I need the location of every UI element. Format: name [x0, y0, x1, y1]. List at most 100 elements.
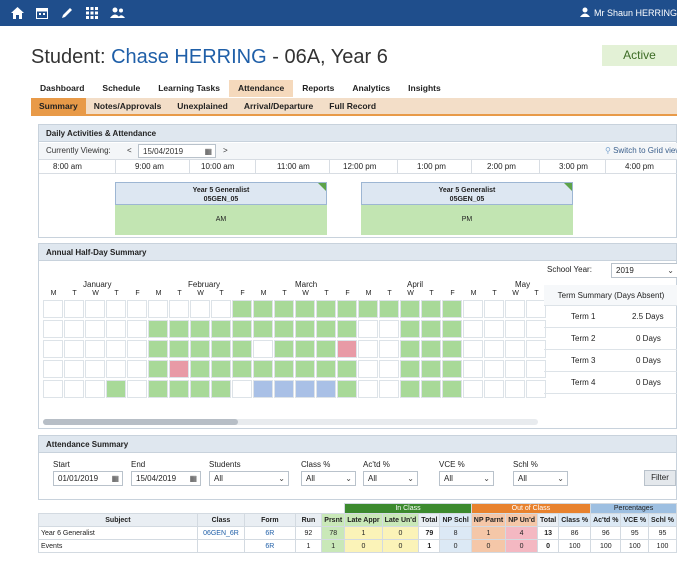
- calendar-day-cell[interactable]: [211, 340, 231, 358]
- column-header[interactable]: VCE %: [620, 513, 650, 527]
- calendar-day-cell[interactable]: [295, 360, 315, 378]
- calendar-day-cell[interactable]: [148, 300, 168, 318]
- calendar-day-cell[interactable]: [169, 320, 189, 338]
- calendar-day-cell[interactable]: [211, 360, 231, 378]
- calendar-day-cell[interactable]: [358, 360, 378, 378]
- calendar-day-cell[interactable]: [85, 340, 105, 358]
- calendar-day-cell[interactable]: [85, 300, 105, 318]
- calendar-day-cell[interactable]: [274, 340, 294, 358]
- class-link[interactable]: [196, 539, 246, 553]
- next-date-button[interactable]: >: [223, 143, 228, 159]
- pm-attendance-block[interactable]: PM: [361, 205, 573, 235]
- calendar-day-cell[interactable]: [190, 360, 210, 378]
- calendar-day-cell[interactable]: [85, 380, 105, 398]
- calendar-day-cell[interactable]: [190, 380, 210, 398]
- calendar-day-cell[interactable]: [190, 300, 210, 318]
- tab-dashboard[interactable]: Dashboard: [31, 80, 93, 97]
- calendar-scrollbar[interactable]: [43, 419, 538, 425]
- calendar-day-cell[interactable]: [148, 380, 168, 398]
- calendar-day-cell[interactable]: [484, 340, 504, 358]
- calendar-day-cell[interactable]: [505, 320, 525, 338]
- calendar-day-cell[interactable]: [274, 320, 294, 338]
- calendar-day-cell[interactable]: [379, 300, 399, 318]
- prev-date-button[interactable]: <: [127, 143, 132, 159]
- calendar-day-cell[interactable]: [484, 320, 504, 338]
- class-block-am[interactable]: Year 5 Generalist 05GEN_05: [115, 182, 327, 205]
- calendar-day-cell[interactable]: [85, 320, 105, 338]
- calendar-day-cell[interactable]: [274, 300, 294, 318]
- calendar-day-cell[interactable]: [400, 300, 420, 318]
- grid-view-link[interactable]: ⚲ Switch to Grid view: [605, 143, 677, 159]
- calendar-day-cell[interactable]: [421, 320, 441, 338]
- column-header[interactable]: Total: [418, 513, 441, 527]
- calendar-day-cell[interactable]: [505, 380, 525, 398]
- column-header[interactable]: Total: [537, 513, 560, 527]
- calendar-day-cell[interactable]: [316, 300, 336, 318]
- calendar-day-cell[interactable]: [337, 320, 357, 338]
- date-input[interactable]: 15/04/2019 ▦: [138, 144, 216, 158]
- calendar-day-cell[interactable]: [442, 300, 462, 318]
- column-header[interactable]: NP Schl: [439, 513, 472, 527]
- calendar-day-cell[interactable]: [106, 340, 126, 358]
- am-attendance-block[interactable]: AM: [115, 205, 327, 235]
- calendar-day-cell[interactable]: [442, 340, 462, 358]
- column-header[interactable]: Prsnt: [321, 513, 346, 527]
- scrollbar-thumb[interactable]: [43, 419, 238, 425]
- calendar-day-cell[interactable]: [400, 360, 420, 378]
- column-header[interactable]: NP Un'd: [505, 513, 539, 527]
- calendar-day-cell[interactable]: [421, 340, 441, 358]
- calendar-day-cell[interactable]: [106, 380, 126, 398]
- column-header[interactable]: Class: [196, 513, 246, 527]
- calendar-day-cell[interactable]: [232, 340, 252, 358]
- calendar-day-cell[interactable]: [463, 340, 483, 358]
- column-header[interactable]: NP Parnt: [470, 513, 507, 527]
- calendar-day-cell[interactable]: [253, 320, 273, 338]
- calendar-day-cell[interactable]: [337, 300, 357, 318]
- end-date-input[interactable]: 15/04/2019 ▦: [131, 471, 201, 486]
- column-header[interactable]: Class %: [558, 513, 592, 527]
- calendar-day-cell[interactable]: [127, 320, 147, 338]
- start-date-input[interactable]: 01/01/2019 ▦: [53, 471, 123, 486]
- calendar-day-cell[interactable]: [274, 360, 294, 378]
- column-header[interactable]: Ac'td %: [590, 513, 622, 527]
- calendar-day-cell[interactable]: [400, 320, 420, 338]
- calendar-picker-icon[interactable]: ▦: [204, 145, 212, 158]
- calendar-day-cell[interactable]: [295, 300, 315, 318]
- calendar-day-cell[interactable]: [295, 340, 315, 358]
- calendar-day-cell[interactable]: [400, 340, 420, 358]
- column-header[interactable]: Subject: [38, 513, 198, 527]
- calendar-day-cell[interactable]: [316, 320, 336, 338]
- calendar-day-cell[interactable]: [463, 320, 483, 338]
- class-link[interactable]: 06GEN_6R: [196, 526, 246, 540]
- calendar-day-cell[interactable]: [43, 380, 63, 398]
- calendar-day-cell[interactable]: [232, 320, 252, 338]
- calendar-day-cell[interactable]: [64, 380, 84, 398]
- calendar-day-cell[interactable]: [127, 340, 147, 358]
- column-header[interactable]: Run: [294, 513, 323, 527]
- tab-schedule[interactable]: Schedule: [93, 80, 149, 97]
- calendar-day-cell[interactable]: [463, 380, 483, 398]
- subtab-arrival-departure[interactable]: Arrival/Departure: [236, 98, 321, 114]
- calendar-day-cell[interactable]: [484, 360, 504, 378]
- calendar-day-cell[interactable]: [526, 320, 546, 338]
- calendar-day-cell[interactable]: [85, 360, 105, 378]
- calendar-day-cell[interactable]: [169, 360, 189, 378]
- calendar-day-cell[interactable]: [232, 300, 252, 318]
- school-year-select[interactable]: 2019 ⌄: [611, 263, 677, 278]
- calendar-day-cell[interactable]: [43, 320, 63, 338]
- user-menu[interactable]: Mr Shaun HERRING: [579, 0, 677, 26]
- tab-attendance[interactable]: Attendance: [228, 80, 294, 97]
- subtab-summary[interactable]: Summary: [31, 98, 86, 114]
- home-icon[interactable]: [9, 5, 25, 21]
- calendar-day-cell[interactable]: [358, 300, 378, 318]
- subtab-notes-approvals[interactable]: Notes/Approvals: [86, 98, 170, 114]
- calendar-icon[interactable]: [34, 5, 50, 21]
- calendar-day-cell[interactable]: [484, 300, 504, 318]
- calendar-day-cell[interactable]: [274, 380, 294, 398]
- calendar-day-cell[interactable]: [463, 300, 483, 318]
- calendar-day-cell[interactable]: [379, 380, 399, 398]
- calendar-day-cell[interactable]: [442, 360, 462, 378]
- calendar-day-cell[interactable]: [358, 380, 378, 398]
- calendar-day-cell[interactable]: [337, 360, 357, 378]
- calendar-day-cell[interactable]: [442, 320, 462, 338]
